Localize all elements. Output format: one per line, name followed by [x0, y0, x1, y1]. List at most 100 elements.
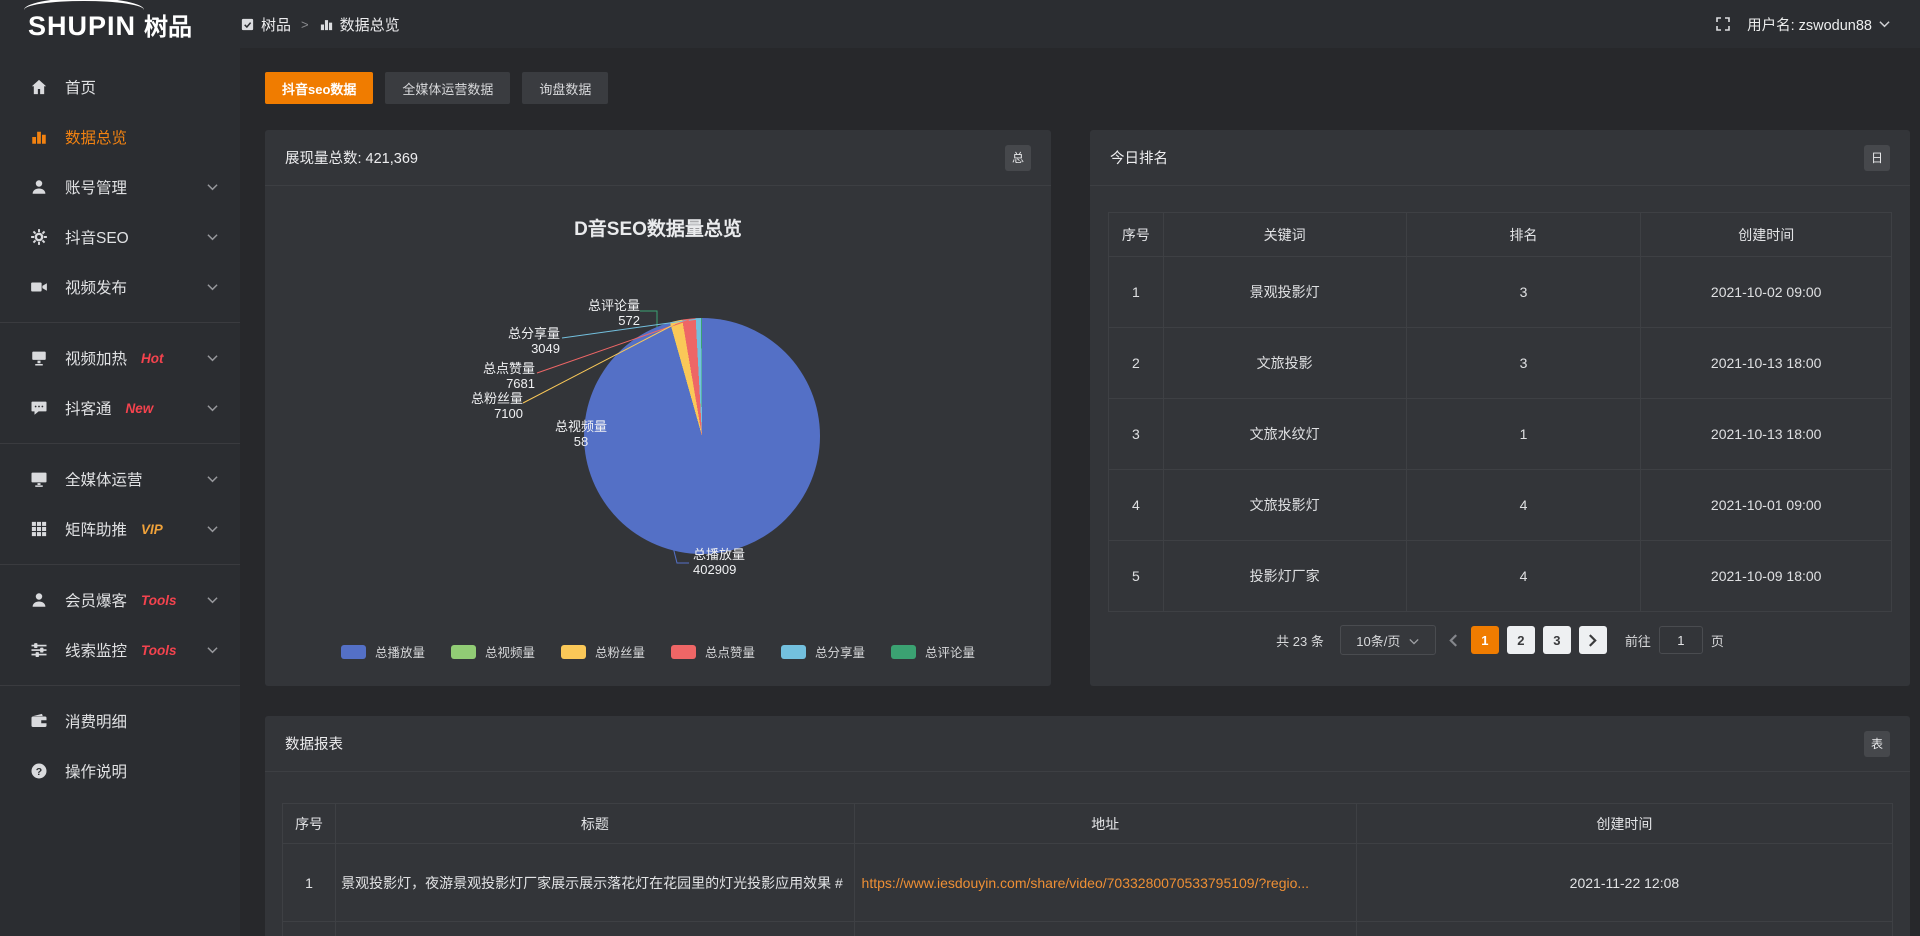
video-url-link[interactable]: https://www.iesdouyin.com/share/video/70…: [862, 875, 1349, 891]
seo-overview-panel: 展现量总数: 421,369 总 D音SEO数据量总览 总评论量 572: [265, 130, 1051, 686]
pie-chart[interactable]: [584, 318, 820, 554]
bar-chart-icon: [30, 128, 50, 146]
sidebar: 首页 数据总览 账号管理 抖音SEO 视频发布 视频加热 Hot: [0, 48, 240, 936]
app-logo: SHUPIN 树品: [0, 7, 240, 42]
chevron-down-icon: [1409, 633, 1419, 648]
col-rank: 排名: [1406, 213, 1641, 257]
sidebar-item-label: 数据总览: [65, 126, 127, 148]
pie-label-plays: 总播放量 402909: [693, 547, 745, 577]
hot-tag: Hot: [141, 351, 164, 366]
breadcrumb-home[interactable]: 树品: [240, 14, 291, 35]
col-created: 创建时间: [1356, 804, 1892, 844]
username-label: 用户名: zswodun88: [1747, 14, 1872, 35]
pagination: 共 23 条 10条/页 1 2 3 前往 页: [1108, 625, 1892, 655]
leader-line-comments: [640, 311, 657, 327]
breadcrumb-label: 数据总览: [340, 14, 400, 35]
tab-media-operation-data[interactable]: 全媒体运营数据: [385, 72, 510, 104]
sidebar-item-label: 操作说明: [65, 760, 127, 782]
legend-swatch: [341, 645, 366, 659]
table-row: 4文旅投影灯42021-10-01 09:00: [1109, 470, 1892, 541]
prev-page-button[interactable]: [1444, 634, 1463, 647]
legend-swatch: [561, 645, 586, 659]
monitor-icon: [30, 470, 50, 488]
col-url: 地址: [854, 804, 1356, 844]
total-badge-button[interactable]: 总: [1005, 145, 1031, 171]
sidebar-item-matrix-boost[interactable]: 矩阵助推 VIP: [0, 504, 240, 554]
app-square-icon: [240, 17, 255, 32]
page-button-2[interactable]: 2: [1507, 626, 1535, 654]
sidebar-item-label: 矩阵助推: [65, 518, 127, 540]
home-icon: [30, 78, 50, 96]
col-created: 创建时间: [1641, 213, 1892, 257]
topbar-right: 用户名: zswodun88: [1715, 14, 1920, 35]
sidebar-item-home[interactable]: 首页: [0, 62, 240, 112]
sidebar-item-label: 会员爆客: [65, 589, 127, 611]
legend-swatch: [891, 645, 916, 659]
goto-page-input[interactable]: [1659, 626, 1703, 654]
sidebar-item-label: 视频发布: [65, 276, 127, 298]
sidebar-item-label: 全媒体运营: [65, 468, 143, 490]
page-button-3[interactable]: 3: [1543, 626, 1571, 654]
table-row: [283, 922, 1893, 936]
sidebar-divider: [0, 322, 240, 323]
breadcrumb: 树品 > 数据总览: [240, 14, 400, 35]
pagination-total: 共 23 条: [1276, 631, 1324, 650]
report-panel-title: 数据报表: [285, 733, 343, 754]
today-ranking-panel: 今日排名 日 序号 关键词 排名 创建时间: [1090, 130, 1910, 686]
user-icon: [30, 178, 50, 196]
legend-item-comments[interactable]: 总评论量: [891, 642, 975, 661]
sidebar-item-label: 首页: [65, 76, 96, 98]
question-circle-icon: ?: [30, 762, 50, 780]
pie-label-fans: 总粉丝量 7100: [433, 391, 523, 421]
sidebar-item-expense-details[interactable]: 消费明细: [0, 696, 240, 746]
goto-label: 前往: [1625, 631, 1651, 650]
sidebar-item-member-burst[interactable]: 会员爆客 Tools: [0, 575, 240, 625]
legend-item-plays[interactable]: 总播放量: [341, 642, 425, 661]
legend-item-fans[interactable]: 总粉丝量: [561, 642, 645, 661]
chevron-down-icon: [207, 525, 218, 533]
page-button-1[interactable]: 1: [1471, 626, 1499, 654]
sidebar-item-media-operation[interactable]: 全媒体运营: [0, 454, 240, 504]
breadcrumb-current[interactable]: 数据总览: [319, 14, 400, 35]
chevron-down-icon: [207, 596, 218, 604]
user-menu[interactable]: 用户名: zswodun88: [1747, 14, 1890, 35]
sidebar-item-lead-monitor[interactable]: 线索监控 Tools: [0, 625, 240, 675]
legend-item-likes[interactable]: 总点赞量: [671, 642, 755, 661]
chevron-down-icon: [207, 354, 218, 362]
legend-item-shares[interactable]: 总分享量: [781, 642, 865, 661]
chevron-down-icon: [207, 283, 218, 291]
topbar: SHUPIN 树品 树品 > 数据总览 用户名: zswodun88: [0, 0, 1920, 48]
legend-item-videos[interactable]: 总视频量: [451, 642, 535, 661]
fullscreen-icon[interactable]: [1715, 16, 1731, 32]
sidebar-item-video-heat[interactable]: 视频加热 Hot: [0, 333, 240, 383]
ranking-panel-title: 今日排名: [1110, 147, 1168, 168]
table-header-row: 序号 标题 地址 创建时间: [283, 804, 1893, 844]
sidebar-item-account[interactable]: 账号管理: [0, 162, 240, 212]
breadcrumb-separator: >: [301, 17, 309, 32]
sidebar-item-doukutong[interactable]: 抖客通 New: [0, 383, 240, 433]
data-report-panel: 数据报表 表 序号 标题 地址 创建时间: [265, 716, 1910, 936]
tab-inquiry-data[interactable]: 询盘数据: [522, 72, 608, 104]
day-badge-button[interactable]: 日: [1864, 145, 1890, 171]
sidebar-item-data-overview[interactable]: 数据总览: [0, 112, 240, 162]
svg-text:?: ?: [36, 766, 42, 778]
tools-tag: Tools: [141, 593, 177, 608]
sidebar-item-douyin-seo[interactable]: 抖音SEO: [0, 212, 240, 262]
chevron-down-icon: [207, 646, 218, 654]
tab-douyin-seo-data[interactable]: 抖音seo数据: [265, 72, 373, 104]
main-content: 抖音seo数据 全媒体运营数据 询盘数据 展现量总数: 421,369 总 D音…: [240, 48, 1920, 936]
sidebar-item-video-publish[interactable]: 视频发布: [0, 262, 240, 312]
sidebar-item-help[interactable]: ? 操作说明: [0, 746, 240, 796]
next-page-button[interactable]: [1579, 626, 1607, 654]
sidebar-item-label: 抖音SEO: [65, 226, 129, 248]
pie-label-likes: 总点赞量 7681: [445, 361, 535, 391]
page-size-select[interactable]: 10条/页: [1340, 625, 1436, 655]
legend-swatch: [781, 645, 806, 659]
chevron-down-icon: [207, 404, 218, 412]
col-title: 标题: [336, 804, 854, 844]
bar-chart-icon: [319, 17, 334, 32]
pie-label-videos: 总视频量 58: [555, 419, 607, 449]
table-badge-button[interactable]: 表: [1864, 731, 1890, 757]
chevron-down-icon: [207, 475, 218, 483]
report-table: 序号 标题 地址 创建时间 1 景观投影灯，夜游景观投影灯厂家展示展示落花灯在花…: [282, 803, 1893, 936]
